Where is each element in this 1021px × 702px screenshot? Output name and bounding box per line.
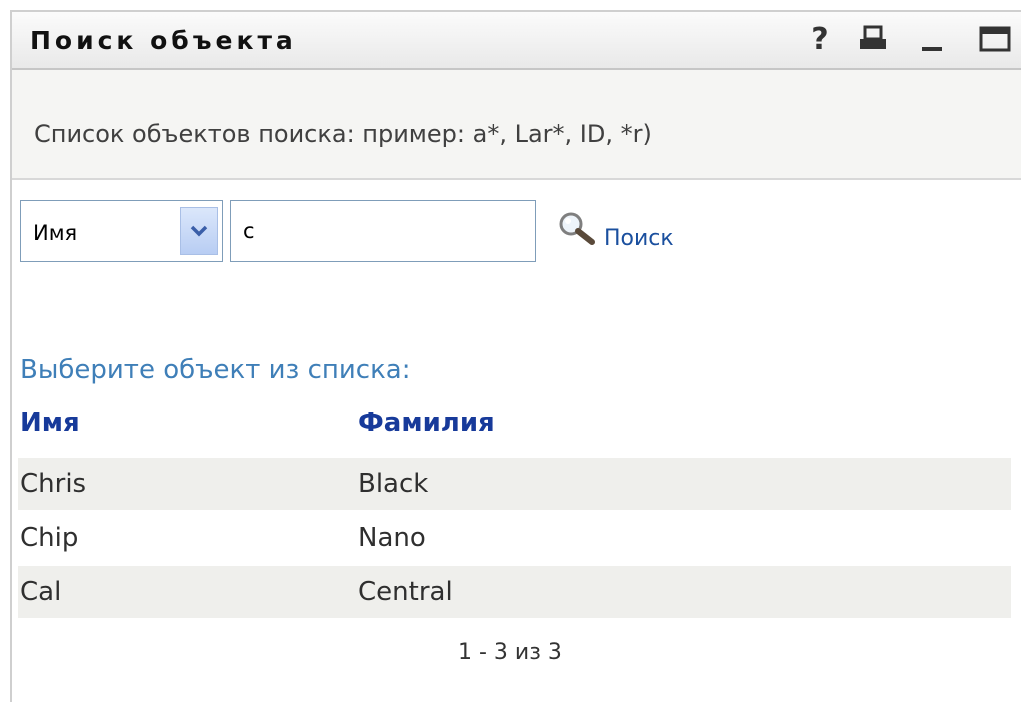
search-input[interactable] bbox=[230, 200, 536, 262]
first-name-cell[interactable]: Chris bbox=[20, 469, 86, 499]
pagination-status: 1 - 3 из 3 bbox=[458, 640, 562, 665]
column-header-surname[interactable]: Фамилия bbox=[358, 408, 495, 438]
field-select[interactable]: Имя bbox=[20, 200, 223, 262]
table-row[interactable]: Chris Black bbox=[18, 458, 1011, 510]
last-name-cell[interactable]: Central bbox=[358, 577, 453, 607]
results-prompt: Выберите объект из списка: bbox=[20, 355, 411, 385]
minimize-icon[interactable] bbox=[920, 22, 944, 56]
search-button[interactable]: Поиск bbox=[604, 226, 674, 251]
maximize-icon[interactable] bbox=[978, 22, 1012, 56]
chevron-down-icon[interactable] bbox=[180, 207, 218, 255]
help-icon[interactable]: ? bbox=[808, 22, 832, 57]
column-header-name[interactable]: Имя bbox=[20, 408, 80, 438]
search-hint-bar: Список объектов поиска: пример: a*, Lar*… bbox=[12, 70, 1021, 180]
first-name-cell[interactable]: Chip bbox=[20, 523, 78, 553]
print-icon[interactable] bbox=[858, 22, 888, 56]
first-name-cell[interactable]: Cal bbox=[20, 577, 61, 607]
magnifier-icon[interactable] bbox=[556, 210, 600, 248]
search-hint-text: Список объектов поиска: пример: a*, Lar*… bbox=[34, 120, 652, 148]
field-select-value: Имя bbox=[33, 221, 78, 245]
last-name-cell[interactable]: Nano bbox=[358, 523, 426, 553]
table-row[interactable]: Cal Central bbox=[18, 566, 1011, 618]
title-bar: Поиск объекта ? bbox=[12, 12, 1021, 70]
table-row[interactable]: Chip Nano bbox=[18, 512, 1011, 564]
panel-title: Поиск объекта bbox=[30, 26, 297, 55]
last-name-cell[interactable]: Black bbox=[358, 469, 428, 499]
